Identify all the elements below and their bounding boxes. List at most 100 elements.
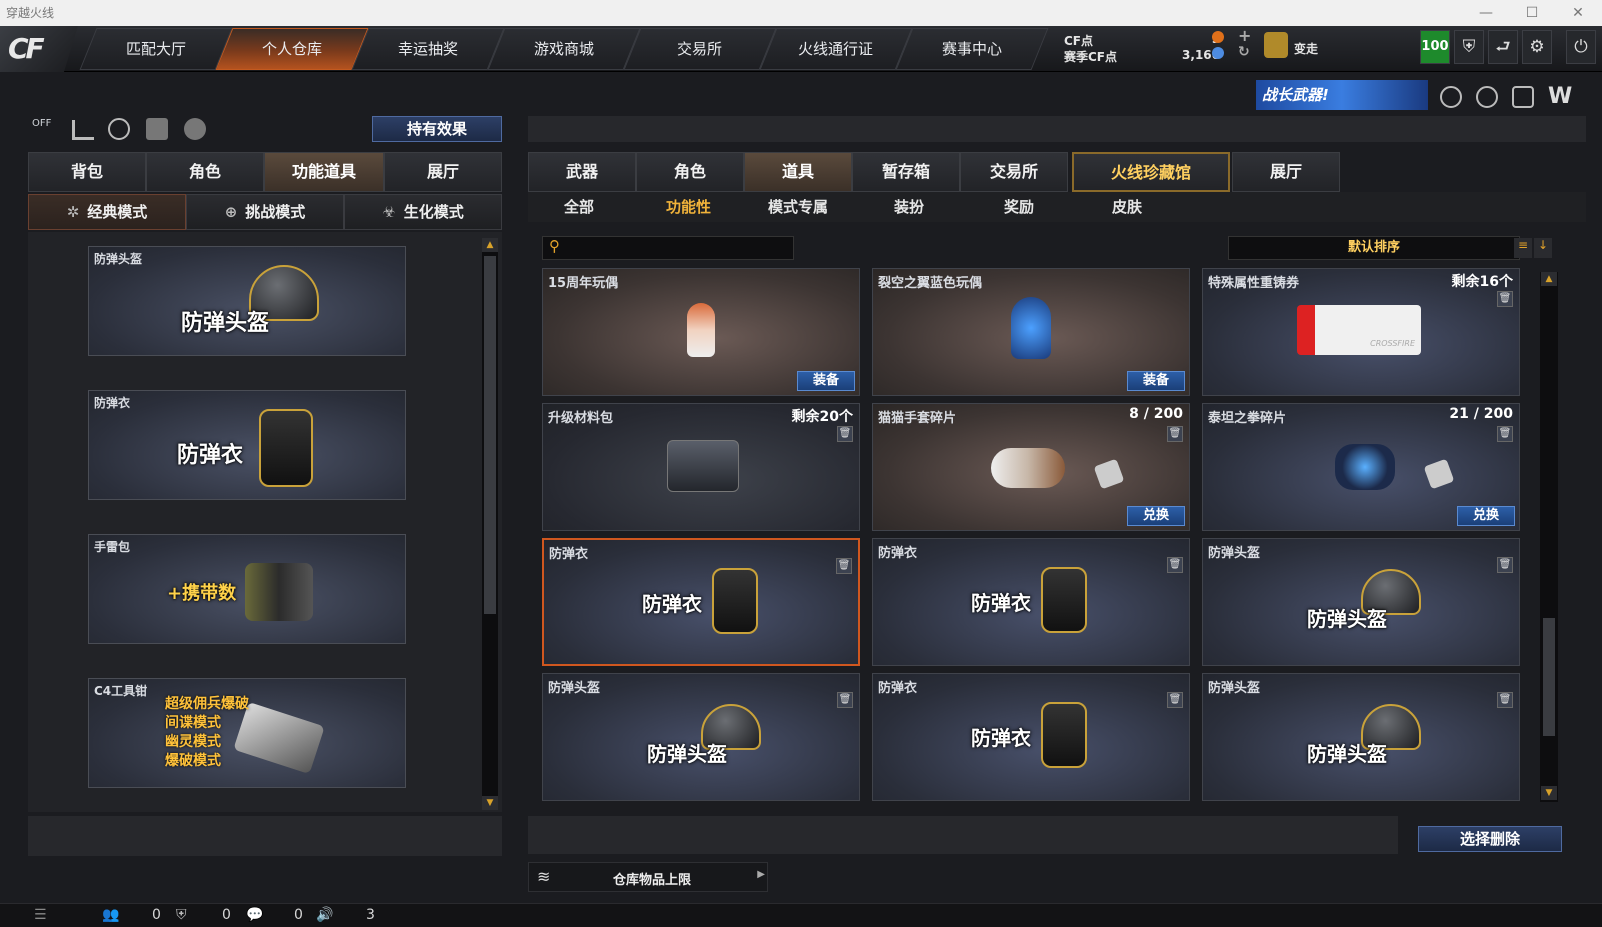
subtab-mode-exclusive[interactable]: 模式专属 (768, 196, 828, 218)
right-scroll-thumb[interactable] (1543, 618, 1555, 736)
rank-badge-icon[interactable] (1264, 32, 1288, 58)
stats-icon[interactable] (72, 120, 94, 140)
item-card[interactable]: 15周年玩偶 装备 (542, 268, 860, 396)
tab-showroom[interactable]: 展厅 (384, 152, 502, 192)
nav-events[interactable]: 赛事中心 (895, 28, 1049, 70)
tool-icon[interactable] (146, 118, 168, 140)
mode-classic[interactable]: ✲ 经典模式 (28, 194, 186, 230)
snowflake-icon: ✲ (66, 203, 80, 221)
shield-icon[interactable]: ⛨ (1454, 30, 1484, 64)
list-view-icon[interactable]: ≡ (1514, 238, 1532, 258)
refresh-icon[interactable]: ↻ (1238, 44, 1250, 60)
tab-functional-items[interactable]: 功能道具 (264, 152, 384, 192)
titan-fist-icon (1335, 444, 1395, 490)
nav-pass[interactable]: 火线通行证 (759, 28, 913, 70)
list-item[interactable]: 防弹衣 防弹衣 (88, 390, 406, 500)
trash-icon[interactable]: 🗑 (1167, 426, 1183, 442)
tab-roles[interactable]: 角色 (636, 152, 744, 192)
binoculars-icon[interactable]: 👥 (102, 907, 119, 923)
item-card[interactable]: 防弹头盔 🗑 防弹头盔 (542, 673, 860, 801)
mode-challenge[interactable]: ⊕ 挑战模式 (186, 194, 344, 230)
trash-icon[interactable]: 🗑 (837, 692, 853, 708)
toggle-off-icon[interactable]: OFF (32, 118, 60, 142)
minimize-button[interactable]: — (1466, 0, 1506, 26)
expand-arrow-icon[interactable]: ▶ (757, 869, 765, 880)
equip-button[interactable]: 装备 (797, 371, 855, 391)
trash-icon[interactable]: 🗑 (1167, 692, 1183, 708)
tab-collection[interactable]: 火线珍藏馆 (1072, 152, 1230, 192)
item-card[interactable]: 防弹衣 🗑 防弹衣 (872, 673, 1190, 801)
left-footer (28, 816, 502, 856)
item-card[interactable]: 升级材料包 剩余20个 🗑 (542, 403, 860, 531)
exchange-button[interactable]: 兑换 (1127, 506, 1185, 526)
chat-icon[interactable]: 💬 (246, 907, 263, 923)
return-icon[interactable]: ⮐ (1488, 30, 1518, 64)
item-card[interactable]: 泰坦之拳碎片 21 / 200 🗑 兑换 (1202, 403, 1520, 531)
subtab-functional[interactable]: 功能性 (666, 196, 711, 218)
gear-icon[interactable]: ⚙ (1522, 30, 1552, 64)
tab-exchange[interactable]: 交易所 (960, 152, 1068, 192)
nav-match-hall[interactable]: 匹配大厅 (79, 28, 233, 70)
nav-warehouse[interactable]: 个人仓库 (215, 28, 369, 70)
select-delete-button[interactable]: 选择删除 (1418, 826, 1562, 852)
trash-icon[interactable]: 🗑 (1497, 692, 1513, 708)
grenade-icon[interactable] (184, 118, 206, 140)
item-card[interactable]: 裂空之翼蓝色玩偶 装备 (872, 268, 1190, 396)
trash-icon[interactable]: 🗑 (1497, 557, 1513, 573)
nav-lottery[interactable]: 幸运抽奖 (351, 28, 505, 70)
scroll-up-arrow[interactable]: ▲ (1541, 272, 1557, 286)
scroll-down-arrow[interactable]: ▼ (482, 796, 498, 810)
item-card[interactable]: 防弹衣 🗑 防弹衣 (542, 538, 860, 666)
effect-button[interactable]: 持有效果 (372, 116, 502, 142)
item-card[interactable]: 猫猫手套碎片 8 / 200 🗑 兑换 (872, 403, 1190, 531)
list-item[interactable]: 防弹头盔 防弹头盔 (88, 246, 406, 356)
subtab-all[interactable]: 全部 (564, 196, 594, 218)
subtab-outfit[interactable]: 装扮 (894, 196, 924, 218)
scroll-down-arrow[interactable]: ▼ (1541, 786, 1557, 800)
power-icon[interactable]: ⏻ (1566, 30, 1596, 64)
trash-icon[interactable]: 🗑 (1167, 557, 1183, 573)
history-icon[interactable] (108, 118, 130, 140)
globe-icon[interactable] (1476, 86, 1498, 108)
sort-down-icon[interactable]: ↓ (1534, 238, 1552, 258)
subtab-reward[interactable]: 奖励 (1004, 196, 1034, 218)
shield-status-icon[interactable]: ⛨ (176, 907, 187, 923)
speaker-icon[interactable]: 🔊 (316, 907, 333, 923)
tab-hall[interactable]: 展厅 (1232, 152, 1340, 192)
list-item[interactable]: 手雷包 +携带数 (88, 534, 406, 644)
item-card[interactable]: 特殊属性重铸券 剩余16个 🗑 CROSSFIRE (1202, 268, 1520, 396)
tab-backpack[interactable]: 背包 (28, 152, 146, 192)
left-scroll-thumb[interactable] (484, 256, 496, 614)
equip-button[interactable]: 装备 (1127, 371, 1185, 391)
badge-v-icon[interactable] (1440, 86, 1462, 108)
trash-icon[interactable]: 🗑 (1497, 426, 1513, 442)
tab-temp-box[interactable]: 暂存箱 (852, 152, 960, 192)
menu-icon[interactable]: ☰ (34, 907, 47, 923)
trash-icon[interactable]: 🗑 (1497, 291, 1513, 307)
list-item[interactable]: C4工具钳 超级佣兵爆破 间谍模式 幽灵模式 爆破模式 (88, 678, 406, 788)
item-card[interactable]: 防弹头盔 🗑 防弹头盔 (1202, 673, 1520, 801)
nav-shop[interactable]: 游戏商城 (487, 28, 641, 70)
item-card[interactable]: 防弹头盔 🗑 防弹头盔 (1202, 538, 1520, 666)
maximize-button[interactable]: ☐ (1512, 0, 1552, 26)
badge-star-icon[interactable] (1512, 86, 1534, 108)
tab-props[interactable]: 道具 (744, 152, 852, 192)
nav-exchange[interactable]: 交易所 (623, 28, 777, 70)
subtab-skin[interactable]: 皮肤 (1112, 196, 1142, 218)
tab-character[interactable]: 角色 (146, 152, 264, 192)
item-card[interactable]: 防弹衣 🗑 防弹衣 (872, 538, 1190, 666)
scroll-up-arrow[interactable]: ▲ (482, 238, 498, 252)
exchange-button[interactable]: 兑换 (1457, 506, 1515, 526)
add-points-icon[interactable]: + (1238, 26, 1251, 45)
sort-select[interactable]: 默认排序 (1228, 236, 1520, 260)
level-badge[interactable]: 100 (1420, 30, 1450, 64)
mode-biochem[interactable]: ☣ 生化模式 (344, 194, 502, 230)
promo-banner[interactable]: 战长武器! (1256, 80, 1428, 110)
trash-icon[interactable]: 🗑 (836, 558, 852, 574)
close-button[interactable]: ✕ (1558, 0, 1598, 26)
search-input[interactable]: ⚲ (542, 236, 794, 260)
storage-limit-bar[interactable]: ≋ 仓库物品上限 ▶ (528, 862, 768, 892)
w-logo-icon[interactable]: W (1548, 86, 1572, 108)
trash-icon[interactable]: 🗑 (837, 426, 853, 442)
tab-weapons[interactable]: 武器 (528, 152, 636, 192)
